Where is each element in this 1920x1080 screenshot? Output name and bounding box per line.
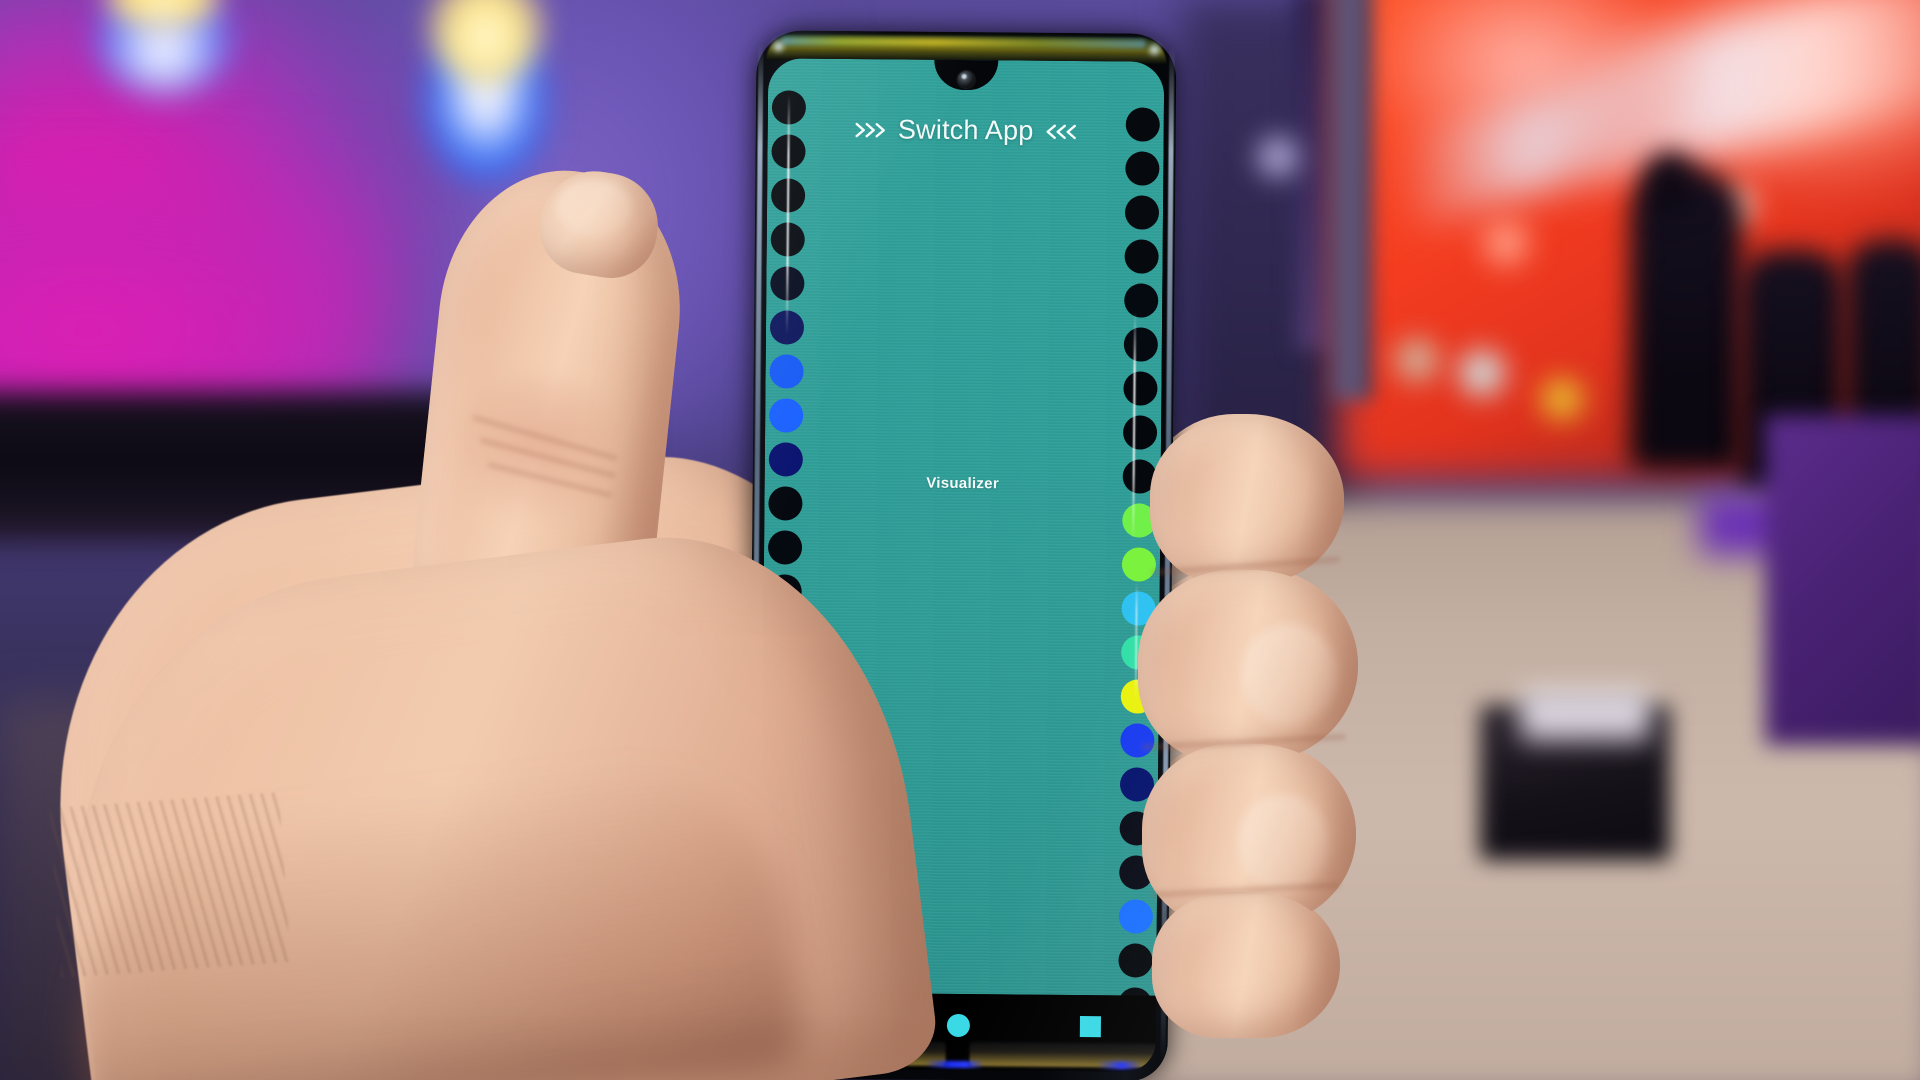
home-circle-icon [946,1013,970,1037]
visualizer-dot [765,838,800,873]
chevrons-left-icon [1042,121,1076,141]
visualizer-dot [1118,943,1153,978]
phone-corner-glint-left [770,38,787,55]
visualizer-dot [768,486,803,521]
bokeh-red-1 [1470,210,1542,276]
visualizer-dot [1119,811,1154,846]
visualizer-dot [1123,371,1158,406]
visualizer-dot [769,354,804,389]
screenshot-scene: Switch App Visualizer [0,0,1920,1080]
screen-bottom-blue-glint-right [1097,1061,1142,1070]
visualizer-dot [767,618,802,653]
visualizer-dot [764,926,799,961]
visualizer-dot [766,750,801,785]
visualizer-dot [767,574,802,609]
background-person-head [1644,152,1696,212]
visualizer-dot [770,222,805,257]
visualizer-dot [1122,415,1158,450]
back-triangle-icon [816,1010,836,1037]
nav-home-button[interactable] [921,1008,995,1043]
visualizer-dot [1120,723,1155,758]
visualizer-dot [1121,547,1157,582]
visualizer-dot [764,882,800,917]
visualizer-label: Visualizer [926,474,1000,493]
visualizer-dot [766,662,802,697]
visualizer-dot [766,706,801,741]
phone-corner-glint-right [1146,41,1163,58]
background-person-silhouette-1 [1630,170,1742,470]
visualizer-dot [1122,503,1157,538]
app-title-bar: Switch App [768,113,1164,147]
bokeh-warm-1 [1385,328,1449,392]
visualizer-dot [1125,151,1160,186]
visualizer-column-left [760,58,810,1045]
app-canvas[interactable] [760,58,1165,996]
bokeh-yellow-1 [1530,370,1594,428]
visualizer-dot [1119,855,1154,890]
phone-screen[interactable]: Switch App Visualizer [759,58,1165,1072]
background-pillar [1330,0,1372,400]
visualizer-dot [770,266,805,301]
background-floor-left-dark [0,700,700,1080]
nav-recents-button[interactable] [1053,1009,1127,1044]
visualizer-dot [767,530,803,565]
screen-chin-reflection-left [795,1040,946,1066]
background-purple-block [1765,415,1920,745]
visualizer-dot [1120,679,1155,714]
background-dark-stage-band [0,392,640,542]
visualizer-dot [1124,239,1159,274]
smartphone-device: Switch App Visualizer [747,30,1177,1080]
visualizer-dot [768,442,803,477]
visualizer-column-right [1114,61,1164,1022]
visualizer-dot [1121,591,1156,626]
visualizer-dot [1119,767,1155,802]
visualizer-dot [1124,283,1159,318]
front-camera-icon [957,70,975,89]
bokeh-cool-1 [1447,340,1517,406]
background-box-highlight [1520,690,1650,742]
chevrons-right-icon [855,120,889,140]
nav-back-button[interactable] [789,1007,863,1042]
visualizer-dot [769,398,804,433]
visualizer-dot [1121,635,1156,670]
recents-square-icon [1079,1015,1101,1037]
visualizer-dot [1118,899,1154,934]
visualizer-dot [1123,327,1158,362]
visualizer-dot [769,310,805,345]
visualizer-dot [770,178,806,213]
bokeh-violet [1248,128,1308,186]
screen-bottom-blue-glint-left [925,1060,984,1069]
app-title-label: Switch App [897,114,1034,146]
visualizer-dot [1124,195,1160,230]
visualizer-dot [765,794,800,829]
